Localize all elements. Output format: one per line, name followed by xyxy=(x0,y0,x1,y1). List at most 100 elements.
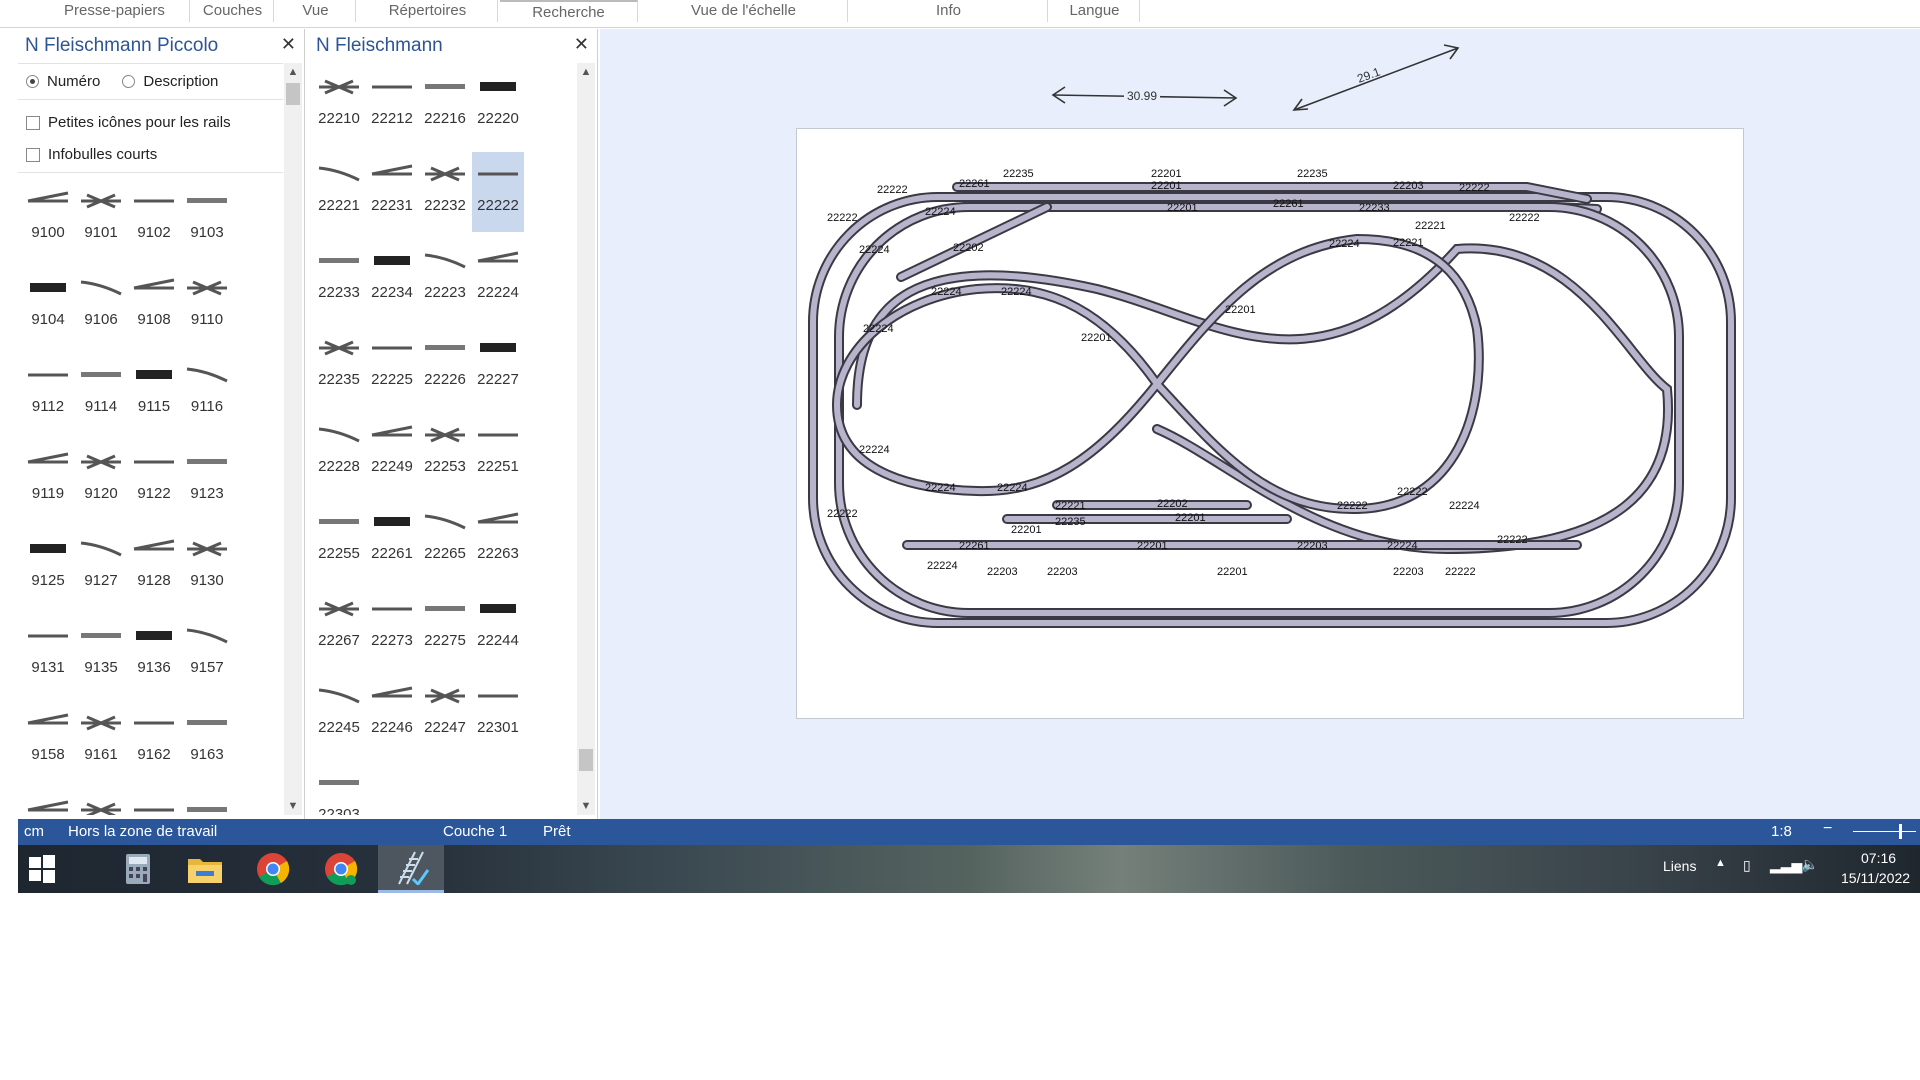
track-piece-item[interactable]: 9123 xyxy=(181,440,233,520)
track-piece-item[interactable]: 9135 xyxy=(75,614,127,694)
track-piece-item[interactable]: 22275 xyxy=(419,587,471,667)
zoom-slider-thumb[interactable] xyxy=(1899,824,1902,839)
checkbox-short-tooltips[interactable]: Infobulles courts xyxy=(26,146,157,163)
network-signal-icon[interactable]: ▂▃▅ xyxy=(1770,857,1802,874)
track-planner-app-icon[interactable] xyxy=(378,845,444,893)
ribbon-group-layers[interactable]: Couches xyxy=(192,0,274,22)
track-piece-item[interactable]: 9119 xyxy=(22,440,74,520)
clock-date[interactable]: 15/11/2022 xyxy=(1841,870,1910,886)
track-piece-item[interactable] xyxy=(128,788,180,815)
track-piece-item[interactable]: 22222 xyxy=(472,152,524,232)
scrollbar[interactable]: ▲ ▼ xyxy=(577,63,595,815)
track-piece-item[interactable]: 9125 xyxy=(22,527,74,607)
file-explorer-icon[interactable] xyxy=(172,845,238,893)
track-piece-item[interactable]: 22267 xyxy=(313,587,365,667)
track-piece-item[interactable]: 22210 xyxy=(313,65,365,145)
track-piece-item[interactable]: 9110 xyxy=(181,266,233,346)
volume-icon[interactable]: 🔈 xyxy=(1801,856,1818,873)
track-piece-item[interactable]: 22249 xyxy=(366,413,418,493)
track-piece-item[interactable]: 9162 xyxy=(128,701,180,781)
radio-button-description[interactable] xyxy=(122,75,136,88)
track-piece-item[interactable]: 9127 xyxy=(75,527,127,607)
track-piece-item[interactable]: 22261 xyxy=(366,500,418,580)
track-piece-item[interactable]: 22223 xyxy=(419,239,471,319)
track-piece-item[interactable]: 22245 xyxy=(313,674,365,754)
track-piece-item[interactable]: 22246 xyxy=(366,674,418,754)
track-piece-item[interactable]: 22244 xyxy=(472,587,524,667)
battery-icon[interactable]: ▯ xyxy=(1743,857,1751,874)
track-piece-item[interactable]: 9157 xyxy=(181,614,233,694)
chevron-up-icon[interactable]: ▲ xyxy=(284,63,302,81)
track-piece-item[interactable]: 9103 xyxy=(181,179,233,259)
ribbon-group-language[interactable]: Langue xyxy=(1050,0,1140,22)
track-piece-item[interactable]: 9120 xyxy=(75,440,127,520)
chevron-down-icon[interactable]: ▼ xyxy=(577,797,595,815)
ribbon-group-directories[interactable]: Répertoires xyxy=(358,0,498,22)
track-piece-item[interactable]: 22265 xyxy=(419,500,471,580)
track-piece-item[interactable] xyxy=(181,788,233,815)
track-piece-item[interactable]: 9163 xyxy=(181,701,233,781)
radio-button-checked[interactable] xyxy=(26,75,39,88)
track-piece-item[interactable]: 9112 xyxy=(22,353,74,433)
checkbox[interactable] xyxy=(26,147,40,162)
scroll-thumb[interactable] xyxy=(579,749,593,771)
track-piece-item[interactable]: 9108 xyxy=(128,266,180,346)
track-piece-item[interactable]: 9102 xyxy=(128,179,180,259)
scrollbar[interactable]: ▲ ▼ xyxy=(284,63,302,815)
track-layout[interactable]: 22201 22201 22235 22235 22203 22222 2222… xyxy=(797,129,1745,720)
track-piece-item[interactable]: 22251 xyxy=(472,413,524,493)
ribbon-group-clipboard[interactable]: Presse-papiers xyxy=(40,0,190,22)
track-piece-item[interactable]: 9101 xyxy=(75,179,127,259)
track-piece-item[interactable] xyxy=(22,788,74,815)
track-piece-item[interactable]: 9158 xyxy=(22,701,74,781)
track-piece-item[interactable]: 9115 xyxy=(128,353,180,433)
scroll-thumb[interactable] xyxy=(286,83,300,105)
ribbon-group-view[interactable]: Vue xyxy=(276,0,356,22)
track-piece-item[interactable]: 9114 xyxy=(75,353,127,433)
zoom-slider-track[interactable] xyxy=(1853,831,1916,832)
track-piece-item[interactable]: 9106 xyxy=(75,266,127,346)
checkbox-small-icons[interactable]: Petites icônes pour les rails xyxy=(26,114,231,131)
ribbon-group-search[interactable]: Recherche xyxy=(500,0,638,22)
track-piece-item[interactable]: 22225 xyxy=(366,326,418,406)
windows-start-icon[interactable] xyxy=(18,845,66,893)
track-piece-item[interactable]: 9128 xyxy=(128,527,180,607)
track-piece-item[interactable]: 9161 xyxy=(75,701,127,781)
track-piece-item[interactable]: 9122 xyxy=(128,440,180,520)
chevron-up-icon[interactable]: ▲ xyxy=(1715,857,1726,869)
track-piece-item[interactable]: 9104 xyxy=(22,266,74,346)
workspace-sheet[interactable]: 22201 22201 22235 22235 22203 22222 2222… xyxy=(796,128,1744,719)
chrome-icon[interactable] xyxy=(240,845,306,893)
track-piece-item[interactable]: 22235 xyxy=(313,326,365,406)
radio-numero[interactable]: Numéro Description xyxy=(26,73,218,90)
chevron-up-icon[interactable]: ▲ xyxy=(577,63,595,81)
track-piece-item[interactable]: 9130 xyxy=(181,527,233,607)
taskbar-links-label[interactable]: Liens xyxy=(1663,858,1696,874)
track-piece-item[interactable]: 22233 xyxy=(313,239,365,319)
track-piece-item[interactable]: 22255 xyxy=(313,500,365,580)
chevron-down-icon[interactable]: ▼ xyxy=(284,797,302,815)
track-piece-item[interactable]: 22228 xyxy=(313,413,365,493)
track-piece-item[interactable]: 22231 xyxy=(366,152,418,232)
ribbon-group-scale-view[interactable]: Vue de l'échelle xyxy=(640,0,848,22)
track-piece-item[interactable]: 22220 xyxy=(472,65,524,145)
track-piece-item[interactable]: 22234 xyxy=(366,239,418,319)
track-piece-item[interactable] xyxy=(75,788,127,815)
zoom-out-icon[interactable]: − xyxy=(1823,820,1832,838)
close-icon[interactable]: ✕ xyxy=(281,34,296,55)
track-piece-item[interactable]: 22253 xyxy=(419,413,471,493)
close-icon[interactable]: ✕ xyxy=(574,34,589,55)
ribbon-group-info[interactable]: Info xyxy=(850,0,1048,22)
track-piece-item[interactable]: 22273 xyxy=(366,587,418,667)
track-piece-item[interactable]: 9116 xyxy=(181,353,233,433)
checkbox[interactable] xyxy=(26,115,40,130)
track-piece-item[interactable]: 22226 xyxy=(419,326,471,406)
chrome-dev-icon[interactable] xyxy=(308,845,374,893)
track-piece-item[interactable]: 22227 xyxy=(472,326,524,406)
calculator-icon[interactable] xyxy=(112,845,164,893)
track-piece-item[interactable]: 22232 xyxy=(419,152,471,232)
layout-canvas[interactable]: 30.99 29.1 22201 22201 22235 22235 22203… xyxy=(600,29,1920,819)
track-piece-item[interactable]: 22247 xyxy=(419,674,471,754)
track-piece-item[interactable]: 22212 xyxy=(366,65,418,145)
track-piece-item[interactable]: 22216 xyxy=(419,65,471,145)
